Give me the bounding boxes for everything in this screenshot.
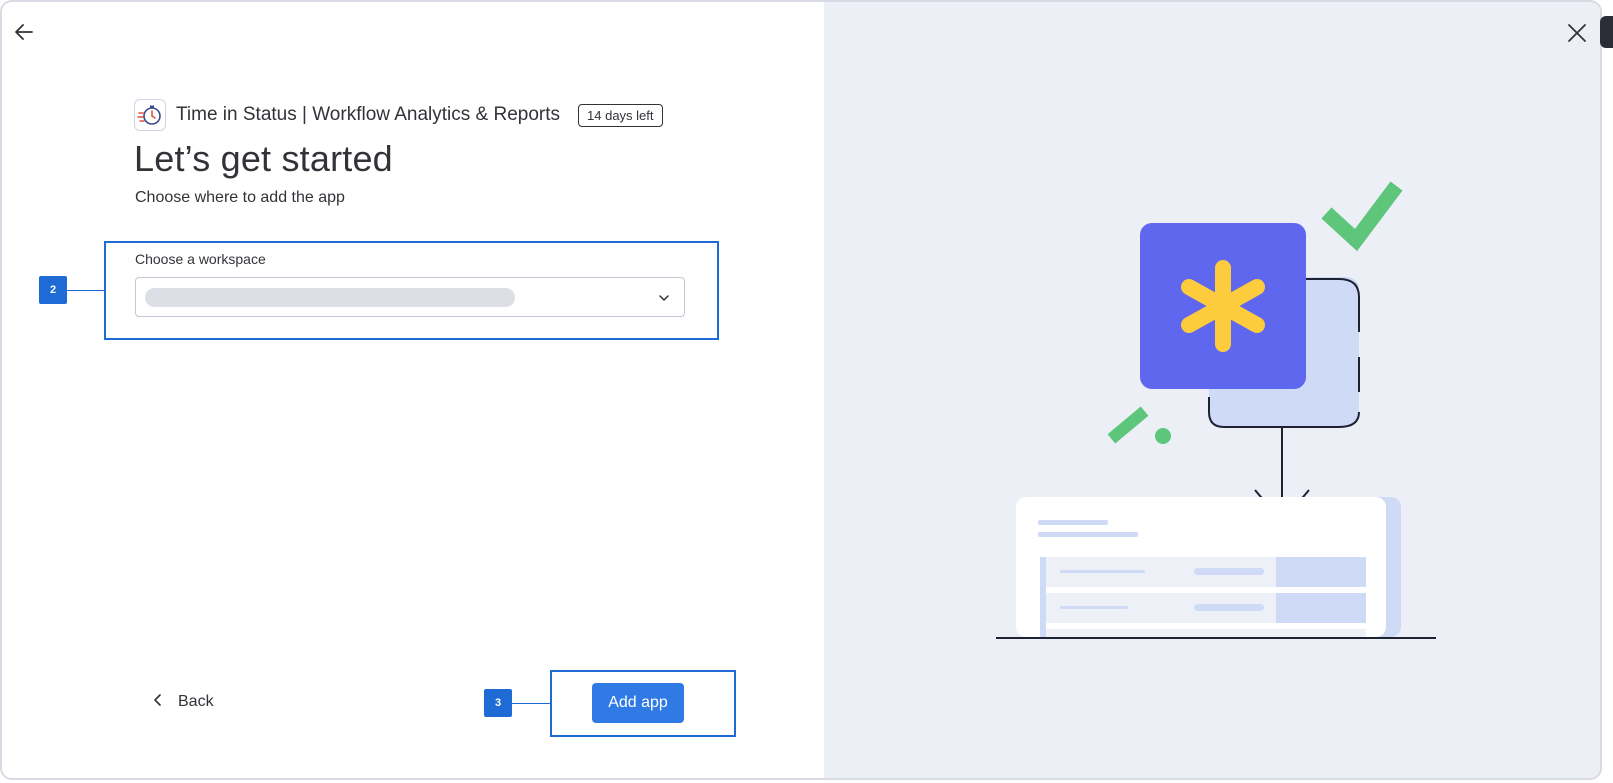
chevron-left-icon	[152, 693, 164, 712]
checkmark-icon	[1321, 181, 1403, 252]
window-edge	[1600, 16, 1613, 48]
row-text	[1060, 570, 1145, 573]
add-app-button[interactable]: Add app	[592, 683, 684, 723]
workspace-label: Choose a workspace	[135, 251, 266, 267]
app-header: Time in Status | Workflow Analytics & Re…	[134, 99, 663, 131]
page-title: Let’s get started	[134, 138, 393, 179]
annotation-tag: 3	[484, 689, 512, 717]
decor-dot	[1155, 428, 1171, 444]
page-subtitle: Choose where to add the app	[135, 189, 345, 206]
workspace-loading-placeholder	[145, 288, 515, 307]
chevron-down-icon	[656, 290, 672, 306]
group-color-bar	[1040, 557, 1046, 637]
board-row-status	[1276, 593, 1366, 623]
board-subtitle-line	[1038, 532, 1138, 537]
app-name: Time in Status | Workflow Analytics & Re…	[176, 104, 561, 125]
back-arrow-icon[interactable]	[12, 20, 36, 44]
board-row	[1046, 629, 1366, 637]
annotation-connector	[512, 703, 550, 704]
trial-badge: 14 days left	[578, 103, 663, 127]
row-text	[1194, 604, 1264, 611]
stopwatch-icon	[134, 99, 166, 131]
decor-dash	[1107, 406, 1149, 444]
board-title-line	[1038, 520, 1108, 525]
row-text	[1060, 606, 1128, 609]
left-pane: Time in Status | Workflow Analytics & Re…	[2, 2, 824, 778]
back-button[interactable]: Back	[152, 690, 214, 714]
add-app-modal: Time in Status | Workflow Analytics & Re…	[0, 0, 1602, 780]
add-app-illustration	[996, 181, 1436, 639]
row-text	[1194, 568, 1264, 575]
annotation-tag: 2	[39, 276, 67, 304]
annotation-connector	[66, 290, 104, 291]
board-row-status	[1276, 557, 1366, 587]
close-icon[interactable]	[1564, 20, 1590, 46]
back-button-label: Back	[178, 693, 214, 710]
workspace-select[interactable]	[135, 277, 685, 317]
screen: Time in Status | Workflow Analytics & Re…	[0, 0, 1613, 783]
